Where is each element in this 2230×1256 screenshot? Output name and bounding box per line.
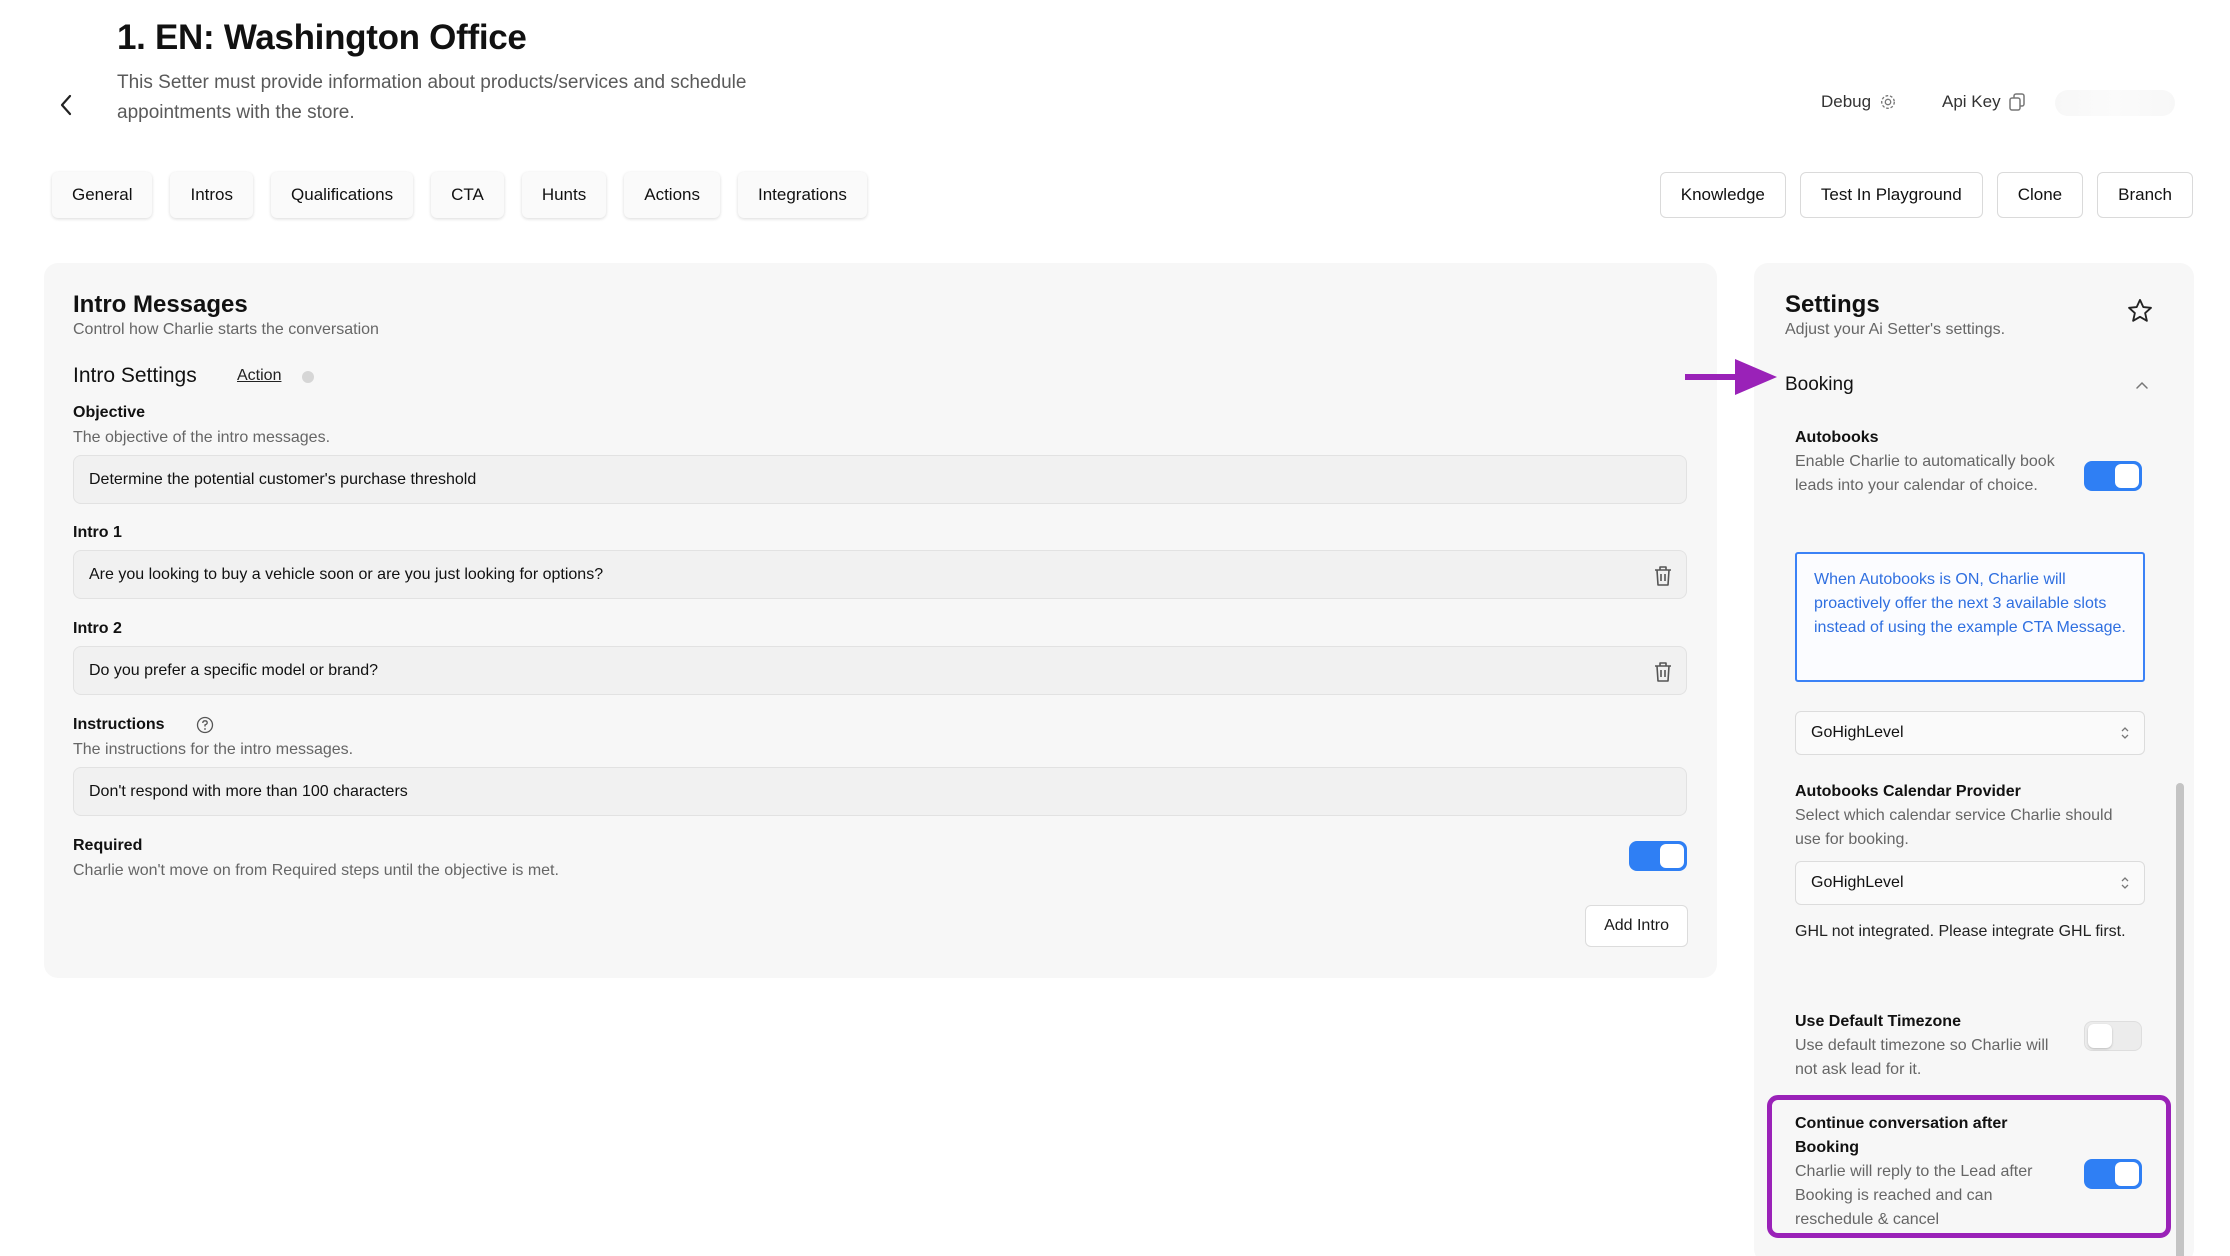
page-title: 1. EN: Washington Office xyxy=(117,18,527,57)
instructions-input[interactable]: Don't respond with more than 100 charact… xyxy=(73,767,1687,816)
gear-icon xyxy=(1881,95,1896,109)
api-key-button[interactable]: Api Key xyxy=(1942,92,2025,112)
autobooks-hint: Enable Charlie to automatically book lea… xyxy=(1795,453,2055,494)
timezone-toggle[interactable] xyxy=(2084,1021,2142,1051)
chevron-left-icon xyxy=(60,94,72,116)
required-hint: Charlie won't move on from Required step… xyxy=(73,862,559,879)
back-button[interactable] xyxy=(52,88,80,122)
provider-hint: Select which calendar service Charlie sh… xyxy=(1795,807,2113,848)
tab-actions[interactable]: Actions xyxy=(624,172,720,218)
tab-cta[interactable]: CTA xyxy=(431,172,504,218)
add-intro-button[interactable]: Add Intro xyxy=(1585,905,1688,947)
timezone-label: Use Default Timezone xyxy=(1795,1013,1961,1030)
chevron-up-icon[interactable] xyxy=(2134,379,2150,391)
tab-bar: General Intros Qualifications CTA Hunts … xyxy=(52,172,867,218)
toggle-knob xyxy=(2088,1024,2112,1048)
clone-button[interactable]: Clone xyxy=(1996,172,2084,218)
calendar-select[interactable]: GoHighLevel xyxy=(1795,711,2145,755)
action-link[interactable]: Action xyxy=(237,367,281,385)
autobooks-toggle[interactable] xyxy=(2084,461,2142,491)
settings-title: Settings xyxy=(1785,291,1880,318)
debug-button[interactable]: Debug xyxy=(1821,92,1897,112)
autobooks-info-box: When Autobooks is ON, Charlie will proac… xyxy=(1795,552,2145,682)
tab-intros[interactable]: Intros xyxy=(170,172,254,218)
scrollbar[interactable] xyxy=(2176,783,2184,1256)
intro1-label: Intro 1 xyxy=(73,524,122,541)
trash-icon[interactable] xyxy=(1652,660,1674,684)
blurred-api-key xyxy=(2055,90,2175,116)
ghl-note: GHL not integrated. Please integrate GHL… xyxy=(1795,923,2126,940)
tab-qualifications[interactable]: Qualifications xyxy=(271,172,414,218)
instructions-hint: The instructions for the intro messages. xyxy=(73,741,354,758)
continue-label: Continue conversation after Booking xyxy=(1795,1115,2008,1156)
knowledge-button[interactable]: Knowledge xyxy=(1659,172,1786,218)
arrow-annotation xyxy=(1685,359,1777,395)
continue-toggle[interactable] xyxy=(2084,1159,2142,1189)
instructions-label: Instructions xyxy=(73,716,165,733)
intro2-value: Do you prefer a specific model or brand? xyxy=(89,661,379,679)
objective-label: Objective xyxy=(73,404,146,421)
debug-label: Debug xyxy=(1821,92,1872,111)
booking-section-header[interactable]: Booking xyxy=(1785,374,1854,396)
test-in-playground-button[interactable]: Test In Playground xyxy=(1799,172,1983,218)
intro1-input[interactable]: Are you looking to buy a vehicle soon or… xyxy=(73,550,1687,599)
intro2-input[interactable]: Do you prefer a specific model or brand? xyxy=(73,646,1687,695)
tab-hunts[interactable]: Hunts xyxy=(521,172,607,218)
objective-input[interactable]: Determine the potential customer's purch… xyxy=(73,455,1687,504)
intro2-label: Intro 2 xyxy=(73,620,122,637)
help-circle-icon[interactable] xyxy=(196,716,214,734)
toolbar: Knowledge Test In Playground Clone Branc… xyxy=(1659,172,2193,218)
toggle-knob xyxy=(2115,1162,2139,1186)
provider-select[interactable]: GoHighLevel xyxy=(1795,861,2145,905)
intro1-value: Are you looking to buy a vehicle soon or… xyxy=(89,565,604,583)
star-icon[interactable] xyxy=(2126,297,2154,325)
copy-icon xyxy=(2008,93,2025,111)
panel-title: Intro Messages xyxy=(73,291,248,318)
trash-icon[interactable] xyxy=(1652,564,1674,588)
toggle-knob xyxy=(2115,464,2139,488)
calendar-select-value: GoHighLevel xyxy=(1811,724,1904,741)
provider-select-value: GoHighLevel xyxy=(1811,874,1904,891)
required-toggle[interactable] xyxy=(1629,841,1687,871)
continue-hint: Charlie will reply to the Lead after Boo… xyxy=(1795,1163,2033,1228)
intro-settings-title: Intro Settings xyxy=(73,364,197,387)
settings-panel: Settings Adjust your Ai Setter's setting… xyxy=(1754,263,2194,1256)
autobooks-label: Autobooks xyxy=(1795,429,1879,446)
tab-integrations[interactable]: Integrations xyxy=(738,172,867,218)
required-label: Required xyxy=(73,837,143,854)
updown-chevron-icon xyxy=(2121,877,2129,889)
instructions-value: Don't respond with more than 100 charact… xyxy=(89,782,408,800)
branch-button[interactable]: Branch xyxy=(2097,172,2193,218)
api-key-label: Api Key xyxy=(1942,92,2001,111)
tab-general[interactable]: General xyxy=(52,172,153,218)
provider-label: Autobooks Calendar Provider xyxy=(1795,783,2021,800)
status-dot xyxy=(302,371,314,383)
panel-subtitle: Control how Charlie starts the conversat… xyxy=(73,321,379,338)
objective-value: Determine the potential customer's purch… xyxy=(89,470,477,488)
toggle-knob xyxy=(1660,844,1684,868)
timezone-hint: Use default timezone so Charlie will not… xyxy=(1795,1037,2049,1078)
settings-subtitle: Adjust your Ai Setter's settings. xyxy=(1785,321,2006,338)
intro-messages-panel: Intro Messages Control how Charlie start… xyxy=(44,263,1717,978)
page-description: This Setter must provide information abo… xyxy=(117,72,747,123)
objective-hint: The objective of the intro messages. xyxy=(73,429,331,446)
updown-chevron-icon xyxy=(2121,727,2129,739)
